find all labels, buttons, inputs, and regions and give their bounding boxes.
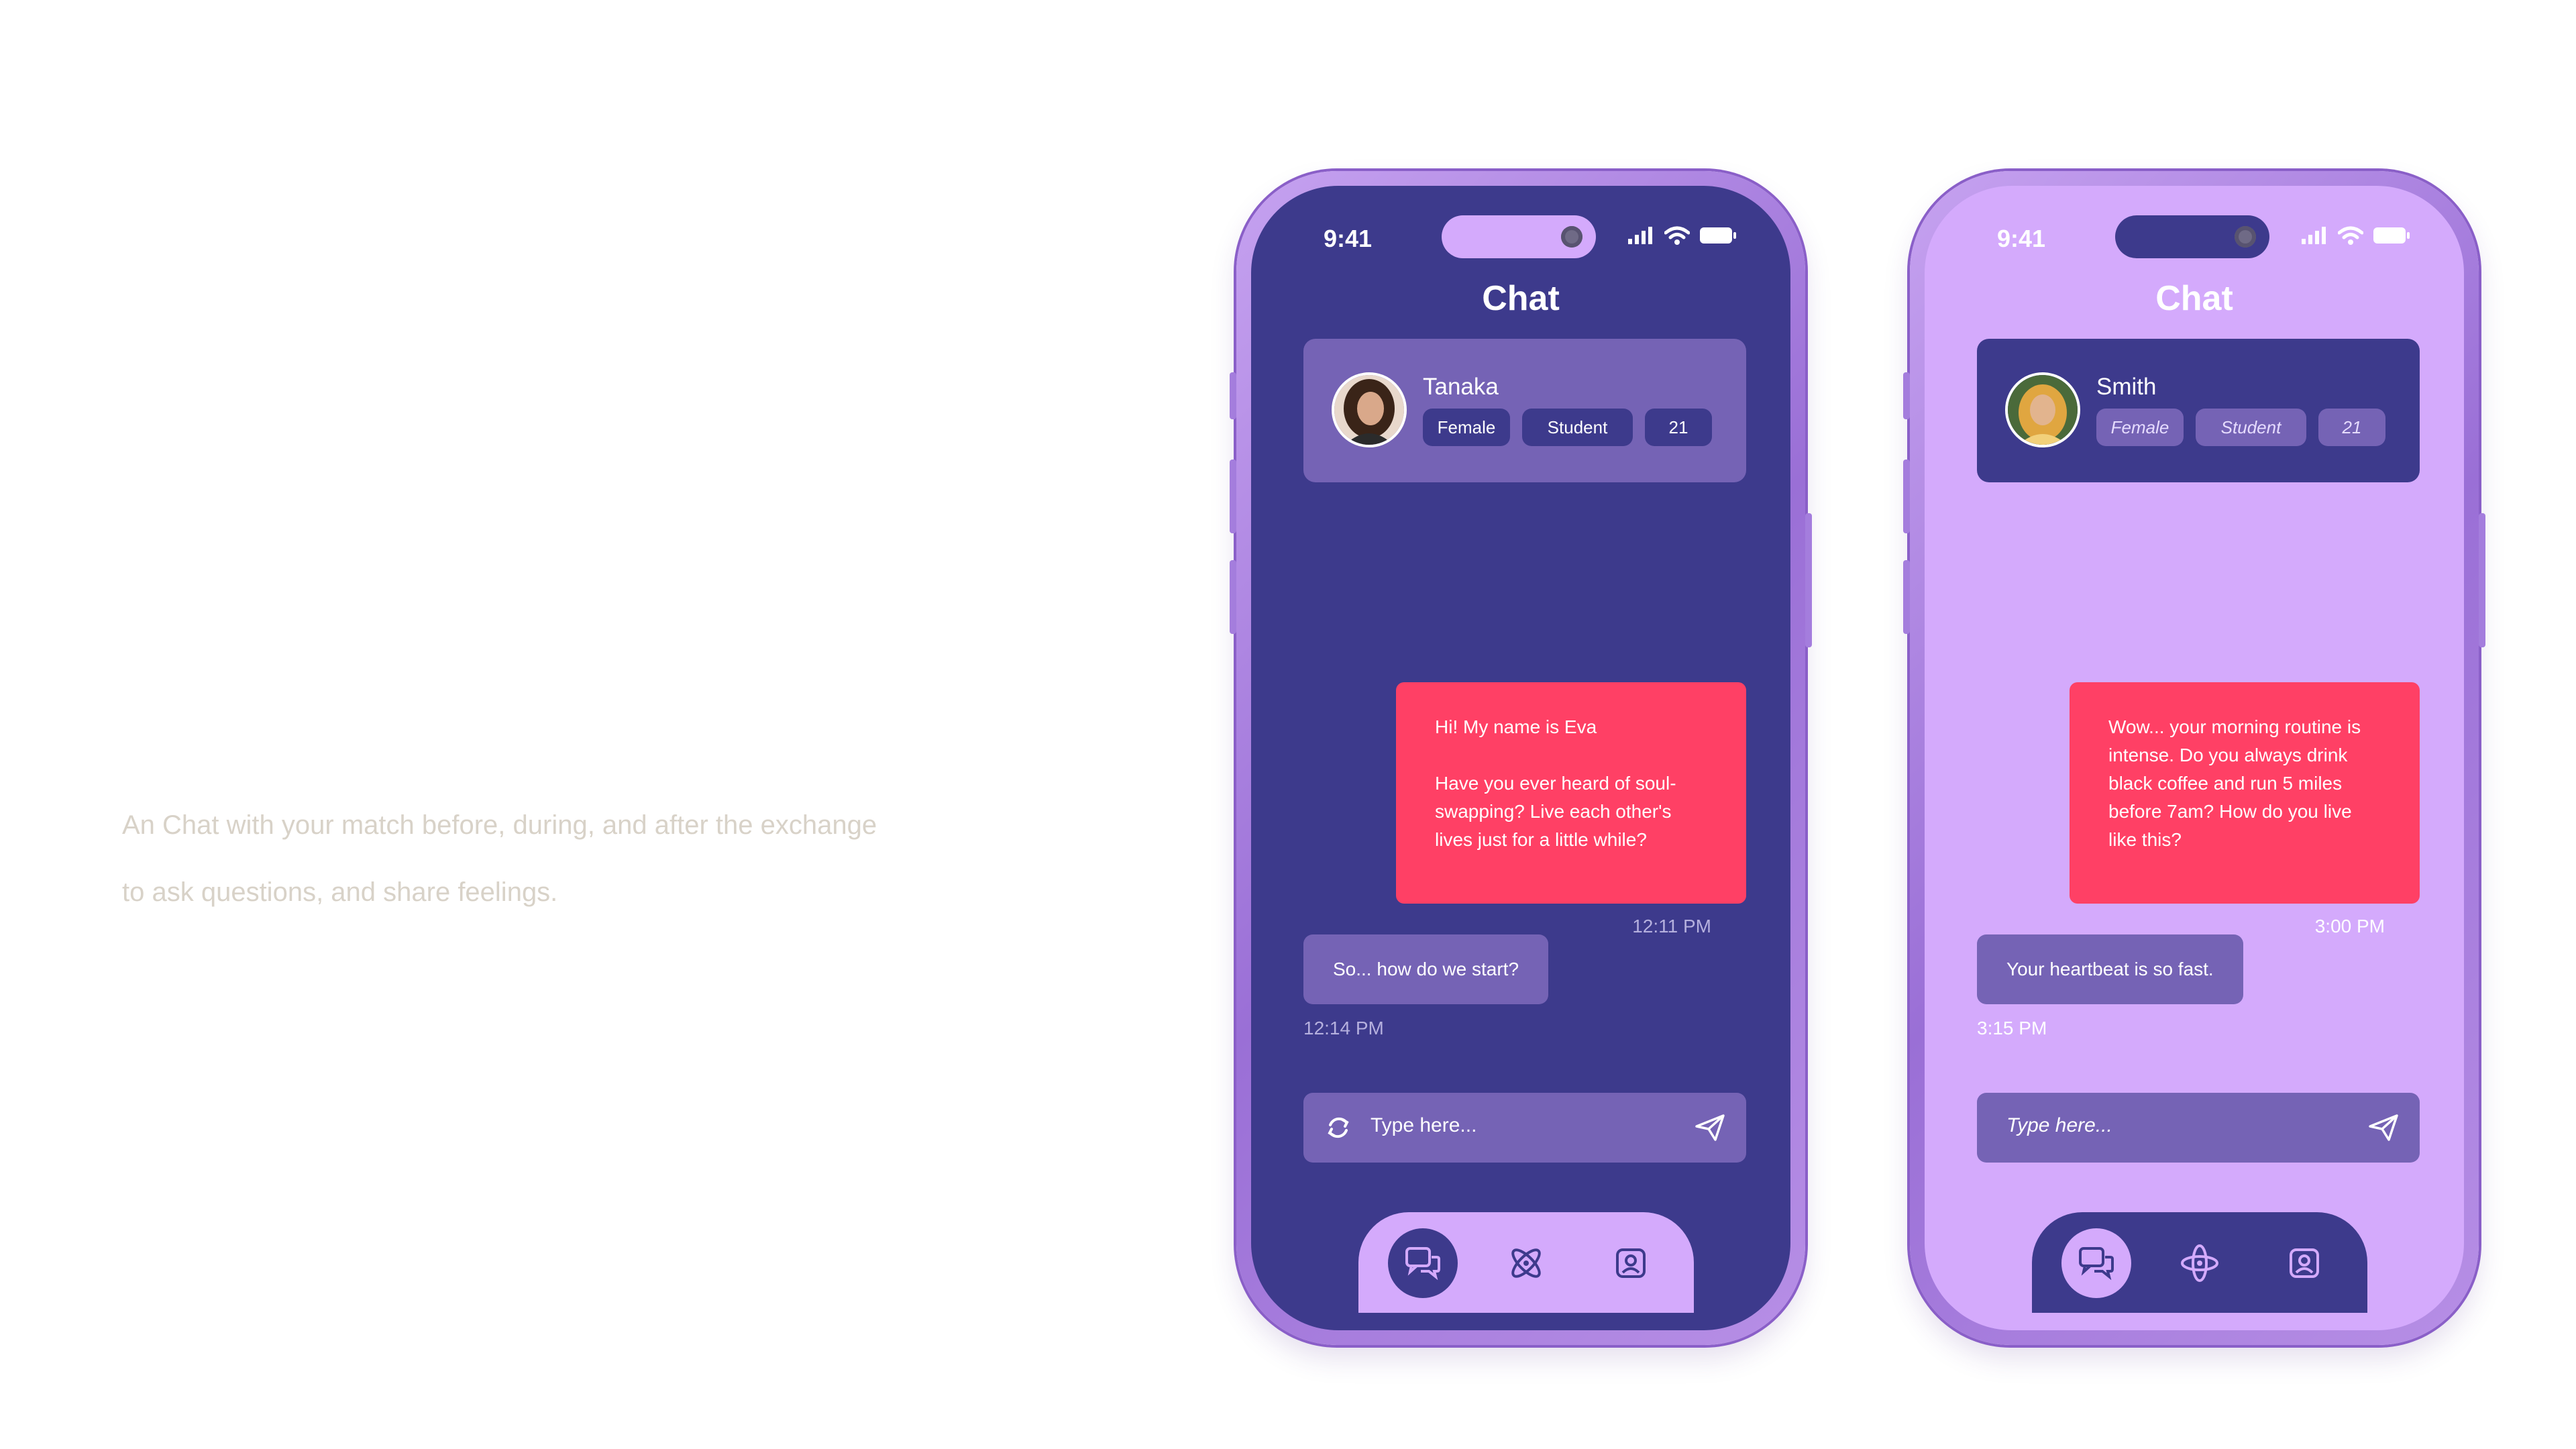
message-timestamp: 12:11 PM [1632,916,1711,936]
avatar [1332,372,1407,447]
status-time: 9:41 [1324,225,1373,252]
page-title: Chat [2155,279,2233,318]
profile-name: Smith [2096,374,2157,400]
profile-name: Tanaka [1423,374,1499,400]
input-placeholder[interactable]: Type here... [1371,1114,1477,1137]
message-input[interactable]: Type here... [1977,1093,2420,1163]
tag-gender: Female [2096,409,2184,446]
nav-profile[interactable] [2269,1228,2339,1298]
volume-up-button [1230,460,1236,533]
bottom-nav [2032,1212,2367,1313]
screen: 9:41 Chat Smith Female Student 21 Wow...… [1925,186,2464,1330]
nav-chat[interactable] [1388,1228,1458,1298]
atom-icon [2181,1244,2218,1282]
wifi-icon [1664,226,1690,245]
dynamic-island [1442,215,1596,258]
nav-match[interactable] [1491,1228,1561,1298]
profile-icon [1616,1248,1646,1278]
volume-down-button [1903,560,1910,634]
message-text: So... how do we start? [1333,959,1519,979]
match-profile-card[interactable]: Tanaka Female Student 21 [1303,339,1746,482]
signal-icon [1628,227,1652,244]
input-placeholder[interactable]: Type here... [2006,1114,2112,1137]
status-icons [1628,226,1737,245]
battery-icon [2373,227,2410,244]
caption: An Chat with your match before, during, … [122,792,1128,926]
power-button [1805,513,1812,647]
tag-occupation: Student [2196,409,2306,446]
page-title: Chat [1482,279,1560,318]
refresh-icon[interactable] [1325,1114,1352,1141]
message-text: Wow... your morning routine is intense. … [2108,716,2361,850]
status-time: 9:41 [1997,225,2046,252]
tag-age: 21 [2318,409,2385,446]
dynamic-island [2115,215,2269,258]
side-button [1903,372,1910,419]
caption-line-2: to ask questions, and share feelings. [122,877,558,907]
nav-profile[interactable] [1596,1228,1666,1298]
avatar [2005,372,2080,447]
profile-icon [2290,1248,2319,1278]
caption-line-1: An Chat with your match before, during, … [122,810,877,840]
profile-tags: Female Student 21 [2096,409,2385,446]
status-icons [2302,226,2410,245]
atom-icon [1511,1248,1541,1278]
message-timestamp: 3:15 PM [1977,1018,2047,1038]
nav-match[interactable] [2165,1228,2235,1298]
power-button [2479,513,2485,647]
camera-icon [1561,226,1582,248]
message-bubble-received: Your heartbeat is so fast. [1977,934,2243,1004]
match-profile-card[interactable]: Smith Female Student 21 [1977,339,2420,482]
message-timestamp: 12:14 PM [1303,1018,1384,1038]
chat-icon [2079,1247,2114,1280]
wifi-icon [2338,226,2363,245]
nav-chat[interactable] [2061,1228,2131,1298]
tag-gender: Female [1423,409,1510,446]
side-button [1230,372,1236,419]
tag-occupation: Student [1522,409,1633,446]
camera-icon [2235,226,2256,248]
message-timestamp: 3:00 PM [2314,916,2385,936]
message-input[interactable]: Type here... [1303,1093,1746,1163]
profile-tags: Female Student 21 [1423,409,1712,446]
tag-age: 21 [1645,409,1712,446]
phone-dark: 9:41 Chat Tanaka Female Student 21 Hi! M… [1230,171,1812,1345]
chat-icon [1405,1247,1440,1280]
phone-light: 9:41 Chat Smith Female Student 21 Wow...… [1903,171,2485,1345]
send-icon[interactable] [2369,1114,2398,1141]
volume-up-button [1903,460,1910,533]
signal-icon [2302,227,2326,244]
message-bubble-received: So... how do we start? [1303,934,1549,1004]
message-text: Hi! My name is Eva [1435,716,1597,737]
volume-down-button [1230,560,1236,634]
send-icon[interactable] [1695,1114,1725,1141]
battery-icon [1700,227,1736,244]
bottom-nav [1358,1212,1694,1313]
message-text: Have you ever heard of soul-swapping? Li… [1435,773,1676,850]
message-bubble-sent: Wow... your morning routine is intense. … [2070,682,2420,904]
screen: 9:41 Chat Tanaka Female Student 21 Hi! M… [1251,186,1790,1330]
message-text: Your heartbeat is so fast. [2006,959,2214,979]
message-bubble-sent: Hi! My name is Eva Have you ever heard o… [1396,682,1746,904]
